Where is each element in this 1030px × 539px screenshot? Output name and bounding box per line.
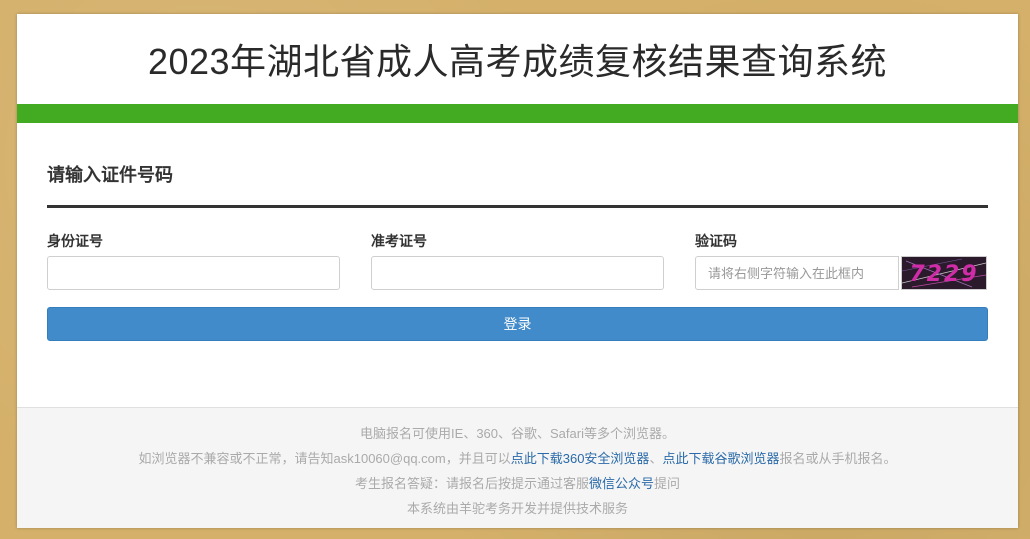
main-card: 2023年湖北省成人高考成绩复核结果查询系统 请输入证件号码 身份证号 准考证号… bbox=[17, 14, 1018, 528]
login-form: 请输入证件号码 身份证号 准考证号 验证码 请将右侧字符输入在此框内 7229 … bbox=[17, 161, 1018, 341]
footer-browsers-note: 电脑报名可使用IE、360、谷歌、Safari等多个浏览器。 bbox=[360, 426, 675, 441]
id-field-group: 身份证号 bbox=[47, 231, 340, 290]
section-title: 请输入证件号码 bbox=[47, 165, 173, 185]
footer-support-text: 考生报名答疑：请报名后按提示通过客服 bbox=[354, 476, 589, 491]
exam-field-group: 准考证号 bbox=[371, 231, 664, 290]
download-360-link[interactable]: 点此下载360安全浏览器 bbox=[511, 451, 650, 466]
captcha-label: 验证码 bbox=[695, 233, 737, 249]
login-button[interactable]: 登录 bbox=[47, 307, 988, 341]
footer-compat-note: 如浏览器不兼容或不正常，请告知ask10060@qq.com，并且可以点此下载3… bbox=[17, 446, 1018, 471]
captcha-field-group: 验证码 7229 bbox=[695, 231, 988, 290]
header-accent-bar bbox=[17, 104, 1018, 123]
id-number-label: 身份证号 bbox=[47, 233, 103, 249]
footer-compat-text: 如浏览器不兼容或不正常，请告知ask10060@qq.com，并且可以 bbox=[138, 451, 511, 466]
captcha-text: 7229 bbox=[909, 262, 978, 287]
footer-support-note: 考生报名答疑：请报名后按提示通过客服微信公众号提问 bbox=[17, 471, 1018, 496]
captcha-row: 7229 bbox=[695, 256, 988, 290]
footer-support-tail: 提问 bbox=[654, 476, 681, 491]
page-header: 2023年湖北省成人高考成绩复核结果查询系统 bbox=[17, 14, 1018, 104]
captcha-image[interactable]: 7229 bbox=[901, 256, 987, 290]
exam-number-label: 准考证号 bbox=[371, 233, 427, 249]
wechat-account-link[interactable]: 微信公众号 bbox=[589, 476, 654, 491]
section-divider bbox=[47, 205, 988, 208]
footer-compat-tail: 报名或从手机报名。 bbox=[779, 451, 897, 466]
captcha-graphic: 7229 bbox=[902, 257, 986, 289]
id-number-input[interactable] bbox=[47, 256, 340, 290]
page-title: 2023年湖北省成人高考成绩复核结果查询系统 bbox=[147, 41, 888, 82]
form-fields: 身份证号 准考证号 验证码 请将右侧字符输入在此框内 7229 bbox=[47, 231, 988, 290]
exam-number-input[interactable] bbox=[371, 256, 664, 290]
page-footer: 电脑报名可使用IE、360、谷歌、Safari等多个浏览器。 如浏览器不兼容或不… bbox=[17, 407, 1018, 528]
footer-credit: 本系统由羊驼考务开发并提供技术服务 bbox=[406, 501, 628, 516]
captcha-input[interactable] bbox=[695, 256, 899, 290]
footer-separator: 、 bbox=[649, 451, 663, 466]
download-chrome-link[interactable]: 点此下载谷歌浏览器 bbox=[662, 451, 779, 466]
